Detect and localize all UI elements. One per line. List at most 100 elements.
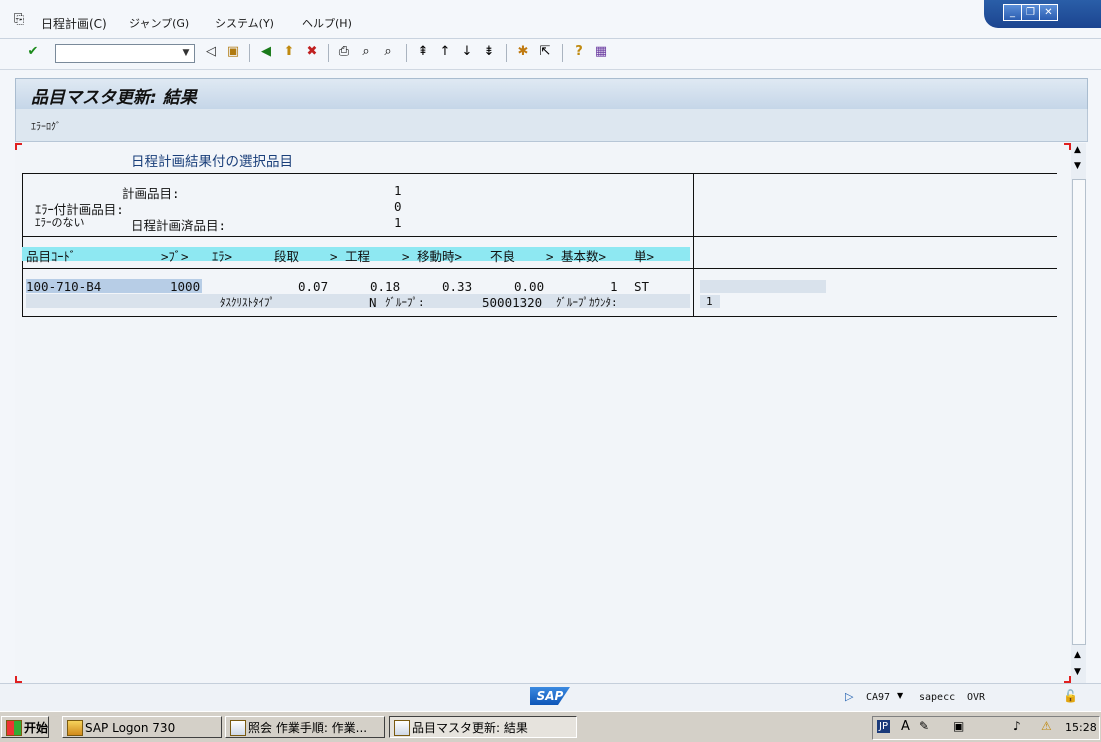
layout-menu-icon[interactable]: ▦ xyxy=(593,44,609,60)
col-setup[interactable]: 段取 xyxy=(274,246,299,265)
first-page-icon[interactable]: ⇞ xyxy=(415,44,431,60)
clock: 15:28 xyxy=(1065,721,1097,734)
col-base-qty[interactable]: > 基本数> xyxy=(546,246,606,265)
separator xyxy=(506,44,507,62)
table-border-divider xyxy=(693,173,694,317)
row-process: 0.18 xyxy=(370,279,401,294)
error-log-button[interactable]: ｴﾗｰﾛｸﾞ xyxy=(31,118,61,133)
taskbar-item-label: SAP Logon 730 xyxy=(85,721,176,735)
sap-logo-icon: SAP xyxy=(530,687,570,705)
table-border-bottom xyxy=(22,316,1057,317)
col-plant[interactable]: >ﾌﾞ> xyxy=(161,246,189,265)
sap-window-icon xyxy=(394,720,410,736)
back-icon[interactable]: ◀ xyxy=(258,44,274,60)
section-title: 日程計画結果付の選択品目 xyxy=(131,154,293,170)
minimize-button[interactable]: _ xyxy=(1003,4,1022,21)
volume-icon[interactable]: ♪ xyxy=(1013,719,1021,733)
previous-page-icon[interactable]: ↑ xyxy=(437,44,453,60)
separator xyxy=(328,44,329,62)
status-bar: SAP ▷ CA97 ▼ sapecc OVR 🔓 xyxy=(0,683,1101,712)
system-tray: JP A ✎ ▣ ♪ ⚠ 15:28 xyxy=(872,716,1100,740)
standard-toolbar: ✔ ▼ ◁ ▣ ◀ ⬆ ✖ ⎙ ⌕ ⌕ ⇞ ↑ ↓ ⇟ ✱ ⇱ ? ▦ xyxy=(0,39,1101,70)
group-counter-value: 1 xyxy=(706,295,713,308)
sap-window-icon xyxy=(230,720,246,736)
col-process[interactable]: > 工程 xyxy=(330,246,370,265)
corner-marker xyxy=(1064,676,1071,683)
vertical-scrollbar[interactable]: ▲ ▼ ▲ ▼ xyxy=(1071,143,1086,683)
enter-check-icon[interactable]: ✔ xyxy=(25,44,41,60)
start-button[interactable]: 开始 xyxy=(1,716,49,738)
menu-icon[interactable]: ⎘ xyxy=(14,12,24,27)
taskbar-material-update[interactable]: 品目マスタ更新: 結果 xyxy=(389,716,577,738)
os-taskbar: 开始 SAP Logon 730 照会 作業手順: 作業... 品目マスタ更新:… xyxy=(0,711,1101,742)
col-move[interactable]: > 移動時> xyxy=(402,246,462,265)
group-label: ｸﾞﾙｰﾌﾟ: xyxy=(385,296,425,309)
command-field[interactable]: ▼ xyxy=(55,44,195,63)
page-title: 品目マスタ更新: 結果 xyxy=(31,88,197,108)
cancel-icon[interactable]: ✖ xyxy=(304,44,320,60)
shortcut-icon[interactable]: ⇱ xyxy=(537,44,553,60)
scroll-thumb[interactable] xyxy=(1072,179,1086,645)
language-indicator[interactable]: JP xyxy=(877,720,890,733)
ime-icon[interactable]: A xyxy=(901,719,910,734)
menu-item-schedule[interactable]: 日程計画(C) xyxy=(41,15,107,32)
scroll-up-icon[interactable]: ▲ xyxy=(1074,145,1081,155)
separator xyxy=(249,44,250,62)
separator xyxy=(406,44,407,62)
row-setup: 0.07 xyxy=(298,279,329,294)
scroll-down-small-icon[interactable]: ▼ xyxy=(1074,161,1081,171)
windows-logo-icon xyxy=(6,720,22,736)
taskbar-sap-logon[interactable]: SAP Logon 730 xyxy=(62,716,222,738)
system-dropdown-icon[interactable]: ▼ xyxy=(897,691,903,700)
print-icon[interactable]: ⎙ xyxy=(336,44,352,60)
lock-icon[interactable]: 🔓 xyxy=(1063,689,1078,703)
planned-items-value: 1 xyxy=(394,183,402,198)
ok-items-label-b: 日程計画済品目: xyxy=(131,218,227,233)
last-page-icon[interactable]: ⇟ xyxy=(481,44,497,60)
right-field[interactable] xyxy=(700,280,826,293)
application-toolbar: ｴﾗｰﾛｸﾞ xyxy=(15,109,1088,142)
window-controls: _ ❐ ✕ xyxy=(984,0,1101,28)
sap-logon-icon xyxy=(67,720,83,736)
save-icon[interactable]: ▣ xyxy=(225,44,241,60)
insert-mode[interactable]: OVR xyxy=(967,692,985,703)
menu-item-jump[interactable]: ジャンプ(G) xyxy=(129,15,189,31)
menu-item-system[interactable]: システム(Y) xyxy=(215,15,274,31)
taskbar-item-label: 照会 作業手順: 作業... xyxy=(248,721,368,735)
col-scrap[interactable]: 不良 xyxy=(490,246,515,265)
next-page-icon[interactable]: ↓ xyxy=(459,44,475,60)
group-value: 50001320 xyxy=(482,295,543,310)
chevron-down-icon[interactable]: ▼ xyxy=(179,46,193,60)
planned-items-label: 計画品目: xyxy=(122,186,180,201)
status-expand-icon[interactable]: ▷ xyxy=(845,690,853,703)
separator xyxy=(562,44,563,62)
menu-item-help[interactable]: ヘルプ(H) xyxy=(302,15,352,31)
back-triangle-icon[interactable]: ◁ xyxy=(203,44,219,60)
restore-button[interactable]: ❐ xyxy=(1021,4,1040,21)
close-button[interactable]: ✕ xyxy=(1039,4,1058,21)
row-material[interactable]: 100-710-B4 xyxy=(26,279,101,294)
row-unit: ST xyxy=(634,279,650,294)
scroll-up-bottom-icon[interactable]: ▲ xyxy=(1074,650,1081,660)
system-id: CA97 xyxy=(866,692,891,703)
warning-icon[interactable]: ⚠ xyxy=(1041,719,1052,733)
find-next-icon[interactable]: ⌕ xyxy=(380,44,396,60)
help-icon[interactable]: ? xyxy=(571,44,587,60)
corner-marker xyxy=(15,676,22,683)
find-icon[interactable]: ⌕ xyxy=(358,44,374,60)
col-unit[interactable]: 単> xyxy=(634,246,654,265)
col-material[interactable]: 品目ｺｰﾄﾞ xyxy=(26,246,76,265)
exit-icon[interactable]: ⬆ xyxy=(281,44,297,60)
row-plant: 1000 xyxy=(170,279,201,294)
new-session-icon[interactable]: ✱ xyxy=(515,44,531,60)
network-icon[interactable]: ▣ xyxy=(953,719,964,733)
group-counter-label: ｸﾞﾙｰﾌﾟｶｳﾝﾀ: xyxy=(556,296,618,309)
tray-icon[interactable]: ✎ xyxy=(919,719,929,733)
menu-bar: ⎘ 日程計画(C) ジャンプ(G) システム(Y) ヘルプ(H) xyxy=(0,0,1101,39)
server-name: sapecc xyxy=(919,692,956,703)
taskbar-item-label: 品目マスタ更新: 結果 xyxy=(412,721,528,735)
scroll-down-icon[interactable]: ▼ xyxy=(1074,667,1081,677)
taskbar-routing-display[interactable]: 照会 作業手順: 作業... xyxy=(225,716,385,738)
title-bar: 品目マスタ更新: 結果 xyxy=(15,78,1088,110)
col-error[interactable]: ｴﾗ> xyxy=(212,246,232,265)
